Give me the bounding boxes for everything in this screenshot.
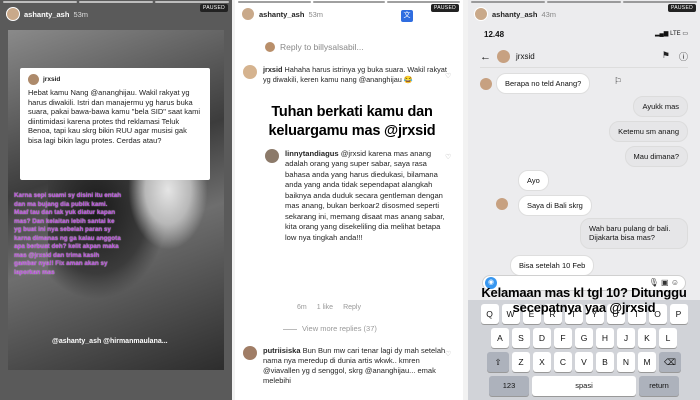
story-age: 53m [308, 9, 324, 19]
card-username: jrxsid [43, 76, 61, 83]
comment: linnytandiagus @jrxsid karena mas anang … [265, 149, 451, 243]
message-bubble-in: Ayo [518, 170, 549, 191]
key-j[interactable]: J [617, 328, 635, 348]
key-s[interactable]: S [512, 328, 530, 348]
story-panel-2: ashanty_ash 53m PAUSED 文 Reply to billys… [235, 0, 463, 400]
avatar[interactable] [497, 50, 510, 63]
avatar [480, 78, 492, 90]
avatar [265, 42, 275, 52]
status-time: 12.48 [484, 30, 505, 39]
screenshot-card: jrxsid Hebat kamu Nang @ananghijau. Waki… [20, 68, 210, 180]
story-header: ashanty_ash 53m [241, 5, 457, 23]
key-n[interactable]: N [617, 352, 635, 372]
story-progress-bars [3, 1, 229, 3]
story-panel-3: ashanty_ash 43m PAUSED 12.48 ▂▄▆ LTE ▭ ←… [468, 0, 700, 400]
reply-arrow-icon[interactable]: ⚐ [614, 76, 622, 87]
comment-text: Hahaha harus istrinya yg buka suara. Wak… [263, 65, 447, 84]
flag-icon[interactable]: ⚑ [662, 50, 670, 63]
avatar[interactable] [474, 7, 488, 21]
key-space[interactable]: spasi [532, 376, 636, 396]
comment-meta: 6m 1 like Reply [297, 304, 361, 311]
back-arrow-icon[interactable]: ← [480, 51, 491, 63]
avatar[interactable] [6, 7, 20, 21]
network-type: LTE [670, 31, 681, 37]
key-g[interactable]: G [575, 328, 593, 348]
signal-icon: ▂▄▆ [654, 31, 669, 37]
comment: jrxsid Hahaha harus istrinya yg buka sua… [243, 65, 453, 84]
message-bubble-out: Mau dimana? [624, 146, 688, 167]
keyboard-row: 123 spasi return [468, 376, 700, 396]
key-m[interactable]: M [638, 352, 656, 372]
view-more-replies[interactable]: View more replies (37) [283, 324, 377, 333]
key-z[interactable]: Z [512, 352, 530, 372]
reply-to-bar: Reply to billysalsabil... [265, 42, 364, 52]
key-backspace[interactable]: ⌫ [659, 352, 681, 372]
message-bubble-out: Wah baru pulang dr bali. Dijakarta bisa … [580, 218, 688, 249]
card-text: Hebat kamu Nang @ananghijau. Wakil rakya… [28, 88, 201, 145]
story-panel-1: ashanty_ash 53m PAUSED jrxsid Hebat kamu… [0, 0, 232, 400]
story-progress-bars [238, 1, 461, 3]
photo-credit: @ashanty_ash @hirmanmaulana... [52, 338, 168, 345]
message-bubble-in: Saya di Bali skrg [518, 195, 592, 216]
key-l[interactable]: L [659, 328, 677, 348]
battery-icon: ▭ [682, 31, 688, 37]
key-b[interactable]: B [596, 352, 614, 372]
story-progress-bars [471, 1, 697, 3]
comment-username[interactable]: jrxsid [263, 65, 282, 74]
key-f[interactable]: F [554, 328, 572, 348]
heart-icon[interactable]: ♡ [445, 72, 451, 80]
reply-to-label: Reply to billysalsabil... [280, 42, 364, 52]
comment-username[interactable]: putriisiska [263, 346, 301, 355]
key-v[interactable]: V [575, 352, 593, 372]
message-bubble-in: Berapa no teld Anang? [496, 73, 591, 94]
key-x[interactable]: X [533, 352, 551, 372]
message-bubble-in: Bisa setelah 10 Feb [510, 255, 595, 276]
keyboard-row: ⇧ Z X C V B N M ⌫ [468, 352, 700, 372]
story-age: 43m [541, 9, 557, 19]
overlay-caption: Kelamaan mas kl tgl 10? Ditunggu secepat… [481, 285, 687, 315]
key-return[interactable]: return [639, 376, 679, 396]
story-age: 53m [73, 9, 89, 19]
chat-header: ← jrxsid ⚑ ⓘ [480, 46, 688, 68]
story-header: ashanty_ash 53m [6, 5, 226, 23]
key-c[interactable]: C [554, 352, 572, 372]
story-header: ashanty_ash 43m [474, 5, 694, 23]
avatar[interactable] [265, 149, 279, 163]
comment-username[interactable]: linnytandiagus [285, 149, 339, 158]
heart-icon[interactable]: ♡ [445, 350, 451, 358]
status-bar: 12.48 ▂▄▆ LTE ▭ [484, 30, 688, 39]
story-username[interactable]: ashanty_ash [259, 10, 304, 19]
heart-icon[interactable]: ♡ [445, 153, 451, 161]
comment-text: @jrxsid karena mas anang adalah orang ya… [285, 149, 445, 242]
keyboard-row: ASDFGHJKL [468, 328, 700, 348]
avatar[interactable] [243, 65, 257, 79]
comment-age: 6m [297, 304, 307, 311]
comment: putriisiska Bun Bun mw cari tenar lagi d… [243, 346, 455, 387]
avatar [28, 74, 39, 85]
avatar[interactable] [241, 7, 255, 21]
key-h[interactable]: H [596, 328, 614, 348]
info-icon[interactable]: ⓘ [679, 50, 688, 63]
key-k[interactable]: K [638, 328, 656, 348]
chat-username[interactable]: jrxsid [516, 52, 535, 61]
overlay-caption: Tuhan berkati kamu dan keluargamu mas @j… [268, 104, 436, 139]
comment-likes[interactable]: 1 like [317, 304, 333, 311]
story-username[interactable]: ashanty_ash [492, 10, 537, 19]
key-shift[interactable]: ⇧ [487, 352, 509, 372]
message-bubble-out: Ayukk mas [633, 96, 688, 117]
key-d[interactable]: D [533, 328, 551, 348]
message-bubble-out: Ketemu sm anang [609, 121, 688, 142]
avatar[interactable] [243, 346, 257, 360]
handwritten-overlay-text: Karna sepi suami sy disini itu entah dan… [14, 192, 122, 276]
avatar [496, 198, 508, 210]
reply-link[interactable]: Reply [343, 304, 361, 311]
key-123[interactable]: 123 [489, 376, 529, 396]
key-a[interactable]: A [491, 328, 509, 348]
story-username[interactable]: ashanty_ash [24, 10, 69, 19]
